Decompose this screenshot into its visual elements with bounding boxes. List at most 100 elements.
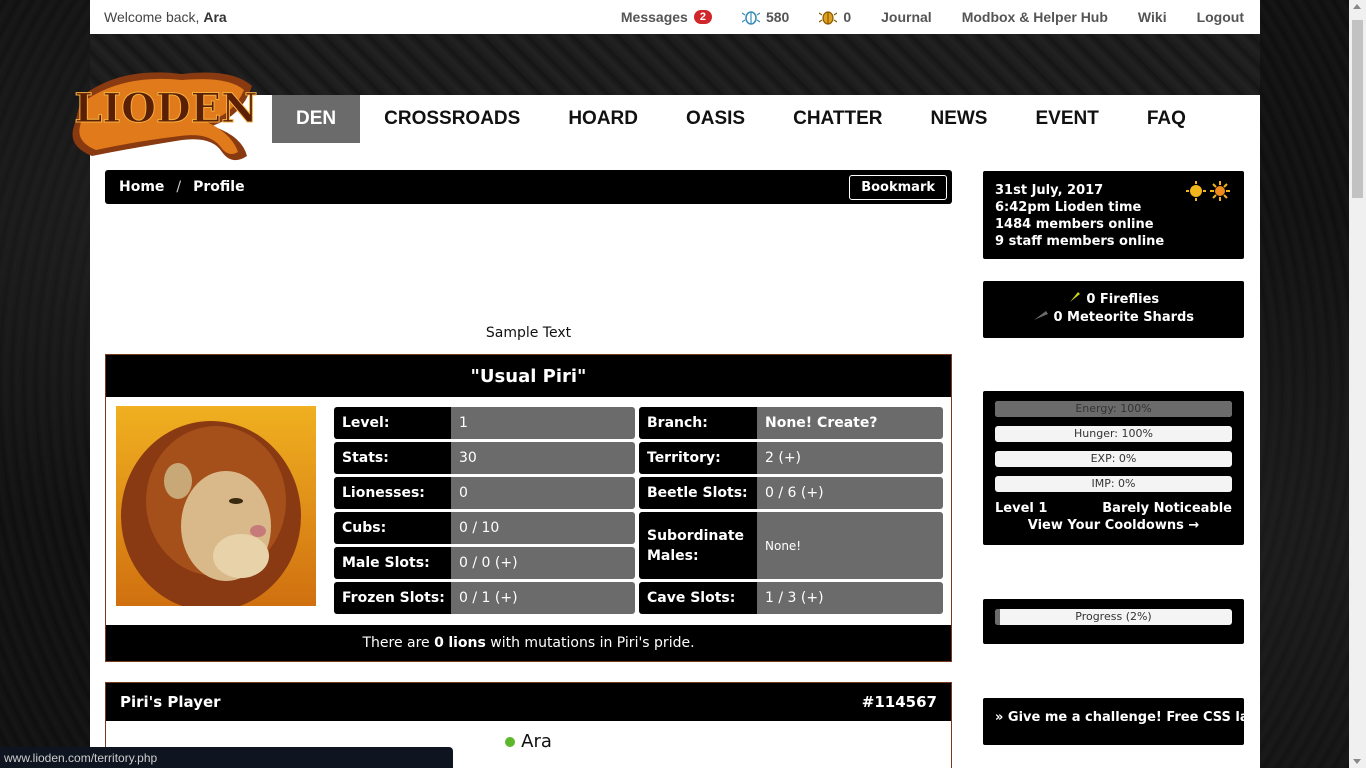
nav-tab-event[interactable]: EVENT (1011, 95, 1122, 143)
messages-link[interactable]: Messages 2 (621, 9, 712, 25)
meteorite-count: 0 Meteorite Shards (1053, 310, 1195, 325)
stat-stats: Stats: 30 (334, 442, 635, 474)
lioden-logo[interactable]: LIODEN (62, 56, 262, 174)
nav-tab-oasis[interactable]: OASIS (662, 95, 769, 143)
stat-subordinate-males: Subordinate Males: None! (639, 512, 943, 579)
bookmark-button[interactable]: Bookmark (849, 174, 947, 200)
status-bar-url: www.lioden.com/territory.php (0, 747, 453, 768)
stat-value[interactable]: None! Create? (757, 407, 943, 439)
progress-label: Progress (2%) (1075, 610, 1152, 623)
messages-label: Messages (620, 9, 688, 25)
stat-value: 30 (451, 442, 635, 474)
welcome-text: Welcome back, Ara (90, 9, 227, 25)
stat-male-slots[interactable]: Male Slots: 0 / 0 (+) (334, 547, 635, 579)
nav-tab-den[interactable]: DEN (272, 95, 361, 143)
online-status-icon (505, 737, 516, 747)
level-description: Barely Noticeable (1102, 501, 1232, 516)
welcome-prefix: Welcome back, (104, 9, 200, 25)
energy-label: Energy: 100% (1075, 402, 1152, 415)
imp-label: IMP: 0% (1091, 477, 1136, 490)
logout-link[interactable]: Logout (1197, 9, 1244, 25)
nav-tab-hoard[interactable]: HOARD (544, 95, 662, 143)
nav-tab-crossroads[interactable]: CROSSROADS (360, 95, 544, 143)
stat-branch[interactable]: Branch: None! Create? (639, 407, 943, 439)
mutations-lions-link[interactable]: lions (448, 635, 486, 651)
progress-box: Progress (2%) (983, 599, 1244, 644)
stat-value: 0 / 10 (451, 512, 635, 544)
challenge-link[interactable]: » Give me a challenge! Free CSS layo (983, 698, 1244, 745)
sample-text: Sample Text (485, 325, 572, 341)
player-name[interactable]: Ara (521, 731, 552, 752)
stat-territory[interactable]: Territory: 2 (+) (639, 442, 943, 474)
breadcrumb: Home / Profile Bookmark (105, 170, 952, 204)
lion-avatar[interactable] (116, 406, 316, 606)
meteorite-icon (1033, 311, 1048, 320)
stat-value: 0 / 1 (+) (451, 582, 635, 614)
stat-cubs[interactable]: Cubs: 0 / 10 (334, 512, 635, 544)
nav-tab-faq[interactable]: FAQ (1123, 95, 1210, 143)
weather-icon (1210, 181, 1230, 201)
modbox-helper-hub-link[interactable]: Modbox & Helper Hub (962, 9, 1108, 25)
scroll-up-icon[interactable] (1353, 4, 1361, 9)
blue-beetle-icon (741, 11, 760, 25)
player-header: Piri's Player #114567 (106, 683, 951, 721)
breadcrumb-home[interactable]: Home (119, 179, 164, 195)
stat-level: Level: 1 (334, 407, 635, 439)
stat-value: 1 / 3 (+) (757, 582, 943, 614)
progress-bar: Progress (2%) (995, 609, 1232, 625)
stat-lionesses[interactable]: Lionesses: 0 (334, 477, 635, 509)
fireflies-count: 0 Fireflies (1086, 292, 1160, 307)
mutations-bar: There are 0 lions with mutations in Piri… (106, 625, 951, 661)
main-nav: DEN CROSSROADS HOARD OASIS CHATTER NEWS … (272, 95, 1210, 143)
journal-link[interactable]: Journal (881, 9, 932, 25)
stat-key: Lionesses: (334, 477, 451, 509)
level-text: Level 1 (995, 501, 1048, 516)
mutations-prefix: There are (362, 635, 430, 651)
gold-beetle-icon (819, 11, 838, 25)
stat-key: Cubs: (334, 512, 451, 544)
stat-value: 0 (451, 477, 635, 509)
profile-title: "Usual Piri" (106, 355, 951, 397)
staff-online[interactable]: 9 staff members online (995, 233, 1232, 250)
gold-beetles-link[interactable]: 0 (819, 8, 851, 26)
stat-key: Cave Slots: (639, 582, 757, 614)
sun-icon (1186, 181, 1206, 201)
stat-key: Territory: (639, 442, 757, 474)
stat-key: Subordinate Males: (639, 512, 757, 579)
energy-bar: Energy: 100% (995, 401, 1232, 417)
stat-frozen-slots[interactable]: Frozen Slots: 0 / 1 (+) (334, 582, 635, 614)
stat-value: None! (757, 512, 943, 579)
hunger-bar: Hunger: 100% (995, 426, 1232, 442)
time-box: 31st July, 2017 6:42pm Lioden time 1484 … (983, 171, 1244, 259)
stat-key: Frozen Slots: (334, 582, 451, 614)
blue-beetles-link[interactable]: 580 (741, 8, 789, 26)
exp-label: EXP: 0% (1090, 452, 1137, 465)
fireflies-row: 0 Fireflies (983, 291, 1244, 309)
view-cooldowns-link[interactable]: View Your Cooldowns → (995, 518, 1232, 533)
header-banner (90, 34, 1260, 95)
stat-beetle-slots[interactable]: Beetle Slots: 0 / 6 (+) (639, 477, 943, 509)
stat-key: Stats: (334, 442, 451, 474)
page-scrollbar[interactable] (1349, 0, 1366, 768)
stat-key: Male Slots: (334, 547, 451, 579)
currency-box: 0 Fireflies 0 Meteorite Shards (983, 281, 1244, 338)
wiki-link[interactable]: Wiki (1138, 9, 1167, 25)
members-online[interactable]: 1484 members online (995, 216, 1232, 233)
scroll-down-icon[interactable] (1353, 759, 1361, 764)
exp-bar: EXP: 0% (995, 451, 1232, 467)
logo-text: LIODEN (74, 85, 257, 132)
nav-tab-news[interactable]: NEWS (906, 95, 1011, 143)
messages-count-badge: 2 (693, 10, 712, 24)
nav-tab-chatter[interactable]: CHATTER (769, 95, 906, 143)
profile-box: "Usual Piri" Level: 1 Stats: 30 Lionesse… (105, 354, 952, 662)
scrollbar-thumb[interactable] (1352, 20, 1363, 198)
stat-value: 2 (+) (757, 442, 943, 474)
time-text: 6:42pm Lioden time (995, 200, 1142, 215)
stat-key: Branch: (639, 407, 757, 439)
player-id: #114567 (861, 693, 937, 711)
top-bar: Welcome back, Ara Messages 2 580 0 Journ… (90, 0, 1260, 34)
mutations-count: 0 (434, 635, 444, 651)
stat-key: Level: (334, 407, 451, 439)
username[interactable]: Ara (203, 9, 226, 25)
stat-cave-slots[interactable]: Cave Slots: 1 / 3 (+) (639, 582, 943, 614)
